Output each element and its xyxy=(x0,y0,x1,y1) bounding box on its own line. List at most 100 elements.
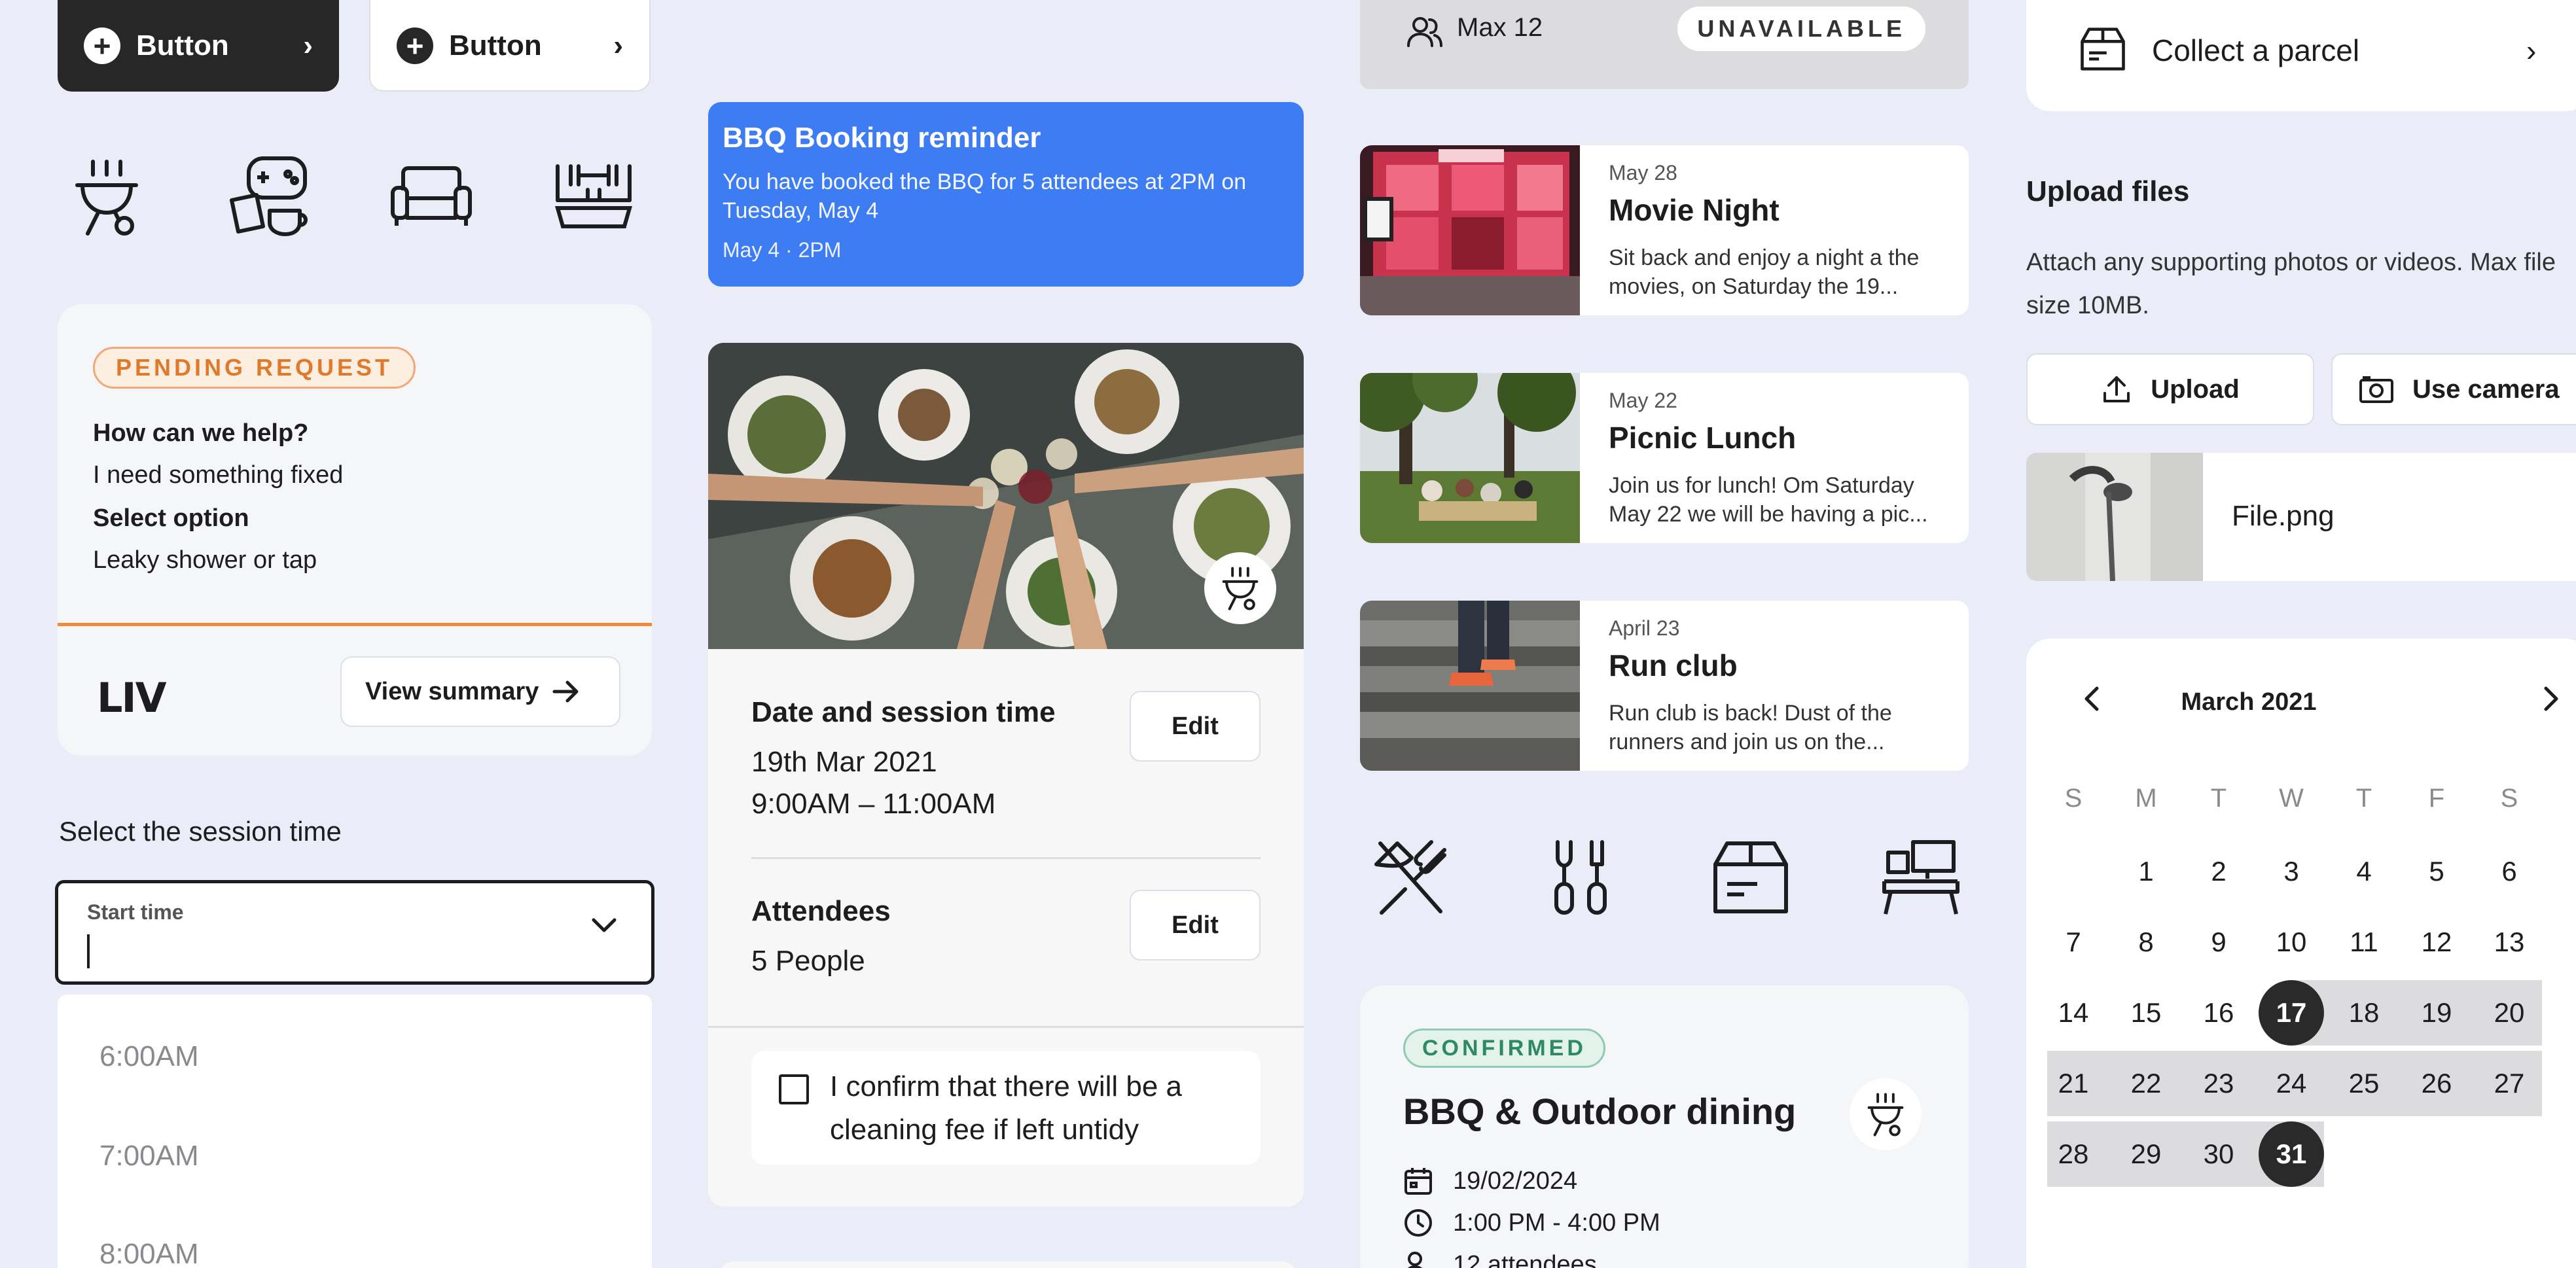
bbq-badge xyxy=(1850,1078,1922,1150)
event-date: May 28 xyxy=(1609,161,1677,185)
primary-button[interactable]: + Button › xyxy=(58,0,339,92)
start-time-label: Start time xyxy=(87,900,184,924)
calendar-day[interactable]: 8 xyxy=(2113,909,2179,975)
bbq-dining-card[interactable]: CONFIRMED BBQ & Outdoor dining 19/02/202… xyxy=(1360,985,1969,1268)
calendar-day[interactable]: 13 xyxy=(2477,909,2542,975)
event-date: April 23 xyxy=(1609,616,1680,640)
bbq-grill-icon xyxy=(1222,567,1259,610)
calendar-day[interactable]: 27 xyxy=(2477,1051,2542,1116)
view-summary-button[interactable]: View summary xyxy=(340,656,620,727)
event-date: May 22 xyxy=(1609,389,1677,412)
capacity-bar: Max 12 UNAVAILABLE xyxy=(1360,0,1969,89)
chevron-right-icon[interactable] xyxy=(2542,684,2560,713)
calendar-day[interactable]: 11 xyxy=(2331,909,2397,975)
edit-attendees-button[interactable]: Edit xyxy=(1130,890,1261,960)
start-time-select[interactable]: Start time xyxy=(55,880,654,985)
dining-title: BBQ & Outdoor dining xyxy=(1403,1091,1797,1132)
calendar-day[interactable]: 16 xyxy=(2186,980,2251,1046)
help-question-value: I need something fixed xyxy=(93,461,344,489)
tools-icon xyxy=(1538,835,1623,920)
pending-status-badge: PENDING REQUEST xyxy=(93,347,416,389)
calendar-day[interactable]: 31 xyxy=(2259,1121,2324,1187)
calendar-day[interactable]: 23 xyxy=(2186,1051,2251,1116)
time-option[interactable]: 8:00AM xyxy=(99,1238,199,1268)
help-question-label: How can we help? xyxy=(93,419,309,447)
chevron-down-icon[interactable] xyxy=(590,916,618,934)
upload-button[interactable]: Upload xyxy=(2026,353,2314,425)
upload-title: Upload files xyxy=(2026,175,2190,207)
calendar: March 2021 S M T W T F S 1 2 3 4 5 6 7 8 9 10 11 12 13 14 15 1… xyxy=(2026,639,2576,1268)
capacity-text: Max 12 xyxy=(1457,13,1543,42)
dining-date: 19/02/2024 xyxy=(1453,1167,1578,1195)
calendar-day[interactable]: 18 xyxy=(2331,980,2397,1046)
chevron-right-icon: › xyxy=(613,29,623,62)
calendar-day[interactable]: 1 xyxy=(2113,839,2179,904)
calendar-day[interactable]: 7 xyxy=(2041,909,2106,975)
progress-divider xyxy=(58,623,652,626)
event-title: Run club xyxy=(1609,648,1738,682)
dining-time: 1:00 PM - 4:00 PM xyxy=(1453,1208,1660,1237)
calendar-day[interactable]: 5 xyxy=(2404,839,2469,904)
calendar-day[interactable]: 30 xyxy=(2186,1121,2251,1187)
file-name: File.png xyxy=(2232,500,2334,532)
calendar-day[interactable]: 21 xyxy=(2041,1051,2106,1116)
calendar-day[interactable]: 9 xyxy=(2186,909,2251,975)
calendar-day[interactable]: 25 xyxy=(2331,1051,2397,1116)
chevron-right-icon: › xyxy=(2526,33,2537,67)
weekday-label: M xyxy=(2135,784,2157,813)
calendar-day[interactable]: 29 xyxy=(2113,1121,2179,1187)
view-summary-label: View summary xyxy=(365,677,539,705)
calendar-day[interactable]: 20 xyxy=(2477,980,2542,1046)
calendar-day[interactable]: 12 xyxy=(2404,909,2469,975)
amenity-icon-row xyxy=(64,154,636,239)
parcel-box-icon xyxy=(1708,835,1793,920)
calendar-day[interactable]: 28 xyxy=(2041,1121,2106,1187)
cinema-photo xyxy=(1360,145,1580,315)
event-card-movie-night[interactable]: May 28 Movie Night Sit back and enjoy a … xyxy=(1360,145,1969,315)
calendar-day[interactable]: 6 xyxy=(2477,839,2542,904)
collect-parcel-item[interactable]: Collect a parcel › xyxy=(2026,0,2576,111)
plus-icon: + xyxy=(84,27,120,64)
secondary-button[interactable]: + Button › xyxy=(369,0,651,92)
calendar-day[interactable]: 4 xyxy=(2331,839,2397,904)
bbq-reminder-card[interactable]: BBQ Booking reminder You have booked the… xyxy=(708,102,1304,287)
chevron-right-icon: › xyxy=(303,29,313,62)
event-card-run-club[interactable]: April 23 Run club Run club is back! Dust… xyxy=(1360,601,1969,771)
bbq-grill-icon xyxy=(64,154,149,239)
picnic-photo xyxy=(1360,373,1580,543)
time-option[interactable]: 7:00AM xyxy=(99,1140,199,1172)
calendar-day[interactable]: 3 xyxy=(2259,839,2324,904)
plus-icon: + xyxy=(397,27,433,64)
weekday-label: T xyxy=(2210,784,2227,813)
arrow-right-icon xyxy=(552,680,579,703)
calendar-day[interactable]: 26 xyxy=(2404,1051,2469,1116)
divider xyxy=(708,1026,1304,1028)
text-caret xyxy=(87,934,90,968)
use-camera-button[interactable]: Use camera xyxy=(2331,353,2576,425)
time-option[interactable]: 6:00AM xyxy=(99,1040,199,1073)
dining-date-row: 19/02/2024 xyxy=(1403,1166,1577,1196)
bbq-grill-icon xyxy=(1867,1093,1904,1136)
reminder-body: You have booked the BBQ for 5 attendees … xyxy=(723,169,1247,223)
calendar-day[interactable]: 10 xyxy=(2259,909,2324,975)
date-session-heading: Date and session time xyxy=(751,696,1056,728)
calendar-day[interactable]: 2 xyxy=(2186,839,2251,904)
calendar-day[interactable]: 24 xyxy=(2259,1051,2324,1116)
calendar-day[interactable]: 19 xyxy=(2404,980,2469,1046)
calendar-day[interactable]: 14 xyxy=(2041,980,2106,1046)
event-card-picnic-lunch[interactable]: May 22 Picnic Lunch Join us for lunch! O… xyxy=(1360,373,1969,543)
confirm-checkbox[interactable] xyxy=(779,1074,809,1104)
weekday-label: T xyxy=(2355,784,2372,813)
calendar-day[interactable]: 15 xyxy=(2113,980,2179,1046)
run-club-photo xyxy=(1360,601,1580,771)
calendar-month: March 2021 xyxy=(2181,688,2317,716)
cleaning-fee-confirmation[interactable]: I confirm that there will be a cleaning … xyxy=(751,1051,1261,1165)
edit-date-button[interactable]: Edit xyxy=(1130,691,1261,762)
calendar-day[interactable]: 17 xyxy=(2259,980,2324,1046)
calendar-day[interactable]: 22 xyxy=(2113,1051,2179,1116)
collect-parcel-label: Collect a parcel xyxy=(2152,33,2360,67)
weekday-label: W xyxy=(2279,784,2304,813)
booking-time: 9:00AM – 11:00AM xyxy=(751,788,996,820)
upload-icon xyxy=(2103,376,2130,402)
dining-cutlery-icon xyxy=(1368,835,1453,920)
